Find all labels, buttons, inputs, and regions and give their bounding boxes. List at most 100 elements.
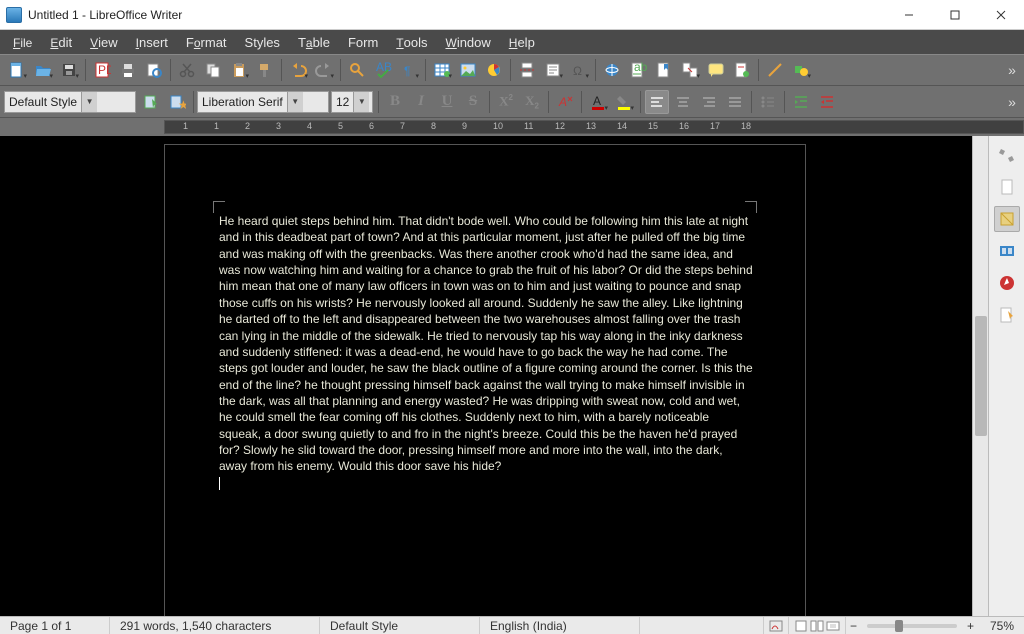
paragraph-style-combo[interactable]: Default Style▼	[4, 91, 136, 113]
font-size-combo[interactable]: 12▼	[331, 91, 373, 113]
sidebar-styles-icon[interactable]	[994, 206, 1020, 232]
menu-table[interactable]: Table	[289, 33, 339, 52]
paste-button[interactable]	[227, 58, 251, 82]
status-style[interactable]: Default Style	[320, 617, 480, 634]
new-style-button[interactable]: ★	[165, 90, 189, 114]
footnote-button[interactable]: ab	[626, 58, 650, 82]
status-page[interactable]: Page 1 of 1	[0, 617, 110, 634]
zoom-slider[interactable]	[867, 624, 957, 628]
line-button[interactable]	[763, 58, 787, 82]
copy-button[interactable]	[201, 58, 225, 82]
increase-indent-button[interactable]	[789, 90, 813, 114]
svg-text:¶: ¶	[404, 64, 410, 78]
open-button[interactable]	[31, 58, 55, 82]
menu-view[interactable]: View	[81, 33, 127, 52]
font-name-combo[interactable]: Liberation Serif▼	[197, 91, 329, 113]
insert-chart-button[interactable]	[482, 58, 506, 82]
clone-formatting-button[interactable]	[253, 58, 277, 82]
insert-image-button[interactable]	[456, 58, 480, 82]
align-center-button[interactable]	[671, 90, 695, 114]
status-wordcount[interactable]: 291 words, 1,540 characters	[110, 617, 320, 634]
align-right-button[interactable]	[697, 90, 721, 114]
ruler-strip[interactable]: 1123456789101112131415161718	[164, 120, 1024, 134]
find-replace-button[interactable]	[345, 58, 369, 82]
cross-ref-button[interactable]	[678, 58, 702, 82]
menu-window[interactable]: Window	[436, 33, 499, 52]
menu-insert[interactable]: Insert	[127, 33, 177, 52]
menu-tools[interactable]: Tools	[387, 33, 436, 52]
comment-button[interactable]	[704, 58, 728, 82]
menu-styles[interactable]: Styles	[236, 33, 289, 52]
formatting-marks-button[interactable]: ¶	[397, 58, 421, 82]
decrease-indent-button[interactable]	[815, 90, 839, 114]
format-toolbar-overflow[interactable]: »	[1004, 90, 1020, 114]
status-language[interactable]: English (India)	[480, 617, 640, 634]
menu-format[interactable]: Format	[177, 33, 236, 52]
track-changes-button[interactable]	[730, 58, 754, 82]
svg-text:PDF: PDF	[98, 63, 111, 77]
menu-help[interactable]: Help	[500, 33, 544, 52]
save-button[interactable]	[57, 58, 81, 82]
status-zoom[interactable]: 75%	[978, 617, 1024, 634]
sidebar-navigator-icon[interactable]	[994, 270, 1020, 296]
status-spacer	[640, 617, 764, 634]
zoom-slider-thumb[interactable]	[895, 620, 903, 632]
print-preview-button[interactable]	[142, 58, 166, 82]
toolbar-overflow[interactable]: »	[1004, 58, 1020, 82]
underline-button[interactable]: U	[435, 90, 459, 114]
bold-button[interactable]: B	[383, 90, 407, 114]
page[interactable]: He heard quiet steps behind him. That di…	[164, 144, 806, 616]
document-body-text[interactable]: He heard quiet steps behind him. That di…	[219, 213, 753, 491]
standard-toolbar: PDF ABC ¶ Ω ab »	[0, 54, 1024, 86]
page-break-button[interactable]	[515, 58, 539, 82]
status-view-icons[interactable]	[789, 617, 845, 634]
svg-text:A: A	[558, 95, 567, 109]
new-button[interactable]	[5, 58, 29, 82]
spellcheck-button[interactable]: ABC	[371, 58, 395, 82]
insert-field-button[interactable]	[541, 58, 565, 82]
bookmark-button[interactable]	[652, 58, 676, 82]
italic-button[interactable]: I	[409, 90, 433, 114]
special-char-button[interactable]: Ω	[567, 58, 591, 82]
justify-button[interactable]	[723, 90, 747, 114]
zoom-out-button[interactable]: −	[845, 617, 861, 634]
print-button[interactable]	[116, 58, 140, 82]
sidebar-panel	[988, 136, 1024, 616]
menu-file[interactable]: File	[4, 33, 41, 52]
status-signature-icon[interactable]	[764, 617, 789, 634]
sidebar-page-icon[interactable]	[994, 174, 1020, 200]
sidebar-gallery-icon[interactable]	[994, 238, 1020, 264]
shapes-button[interactable]	[789, 58, 813, 82]
sidebar-manage-changes-icon[interactable]	[994, 302, 1020, 328]
subscript-button[interactable]: X2	[520, 90, 544, 114]
font-color-button[interactable]: A	[586, 90, 610, 114]
superscript-button[interactable]: X2	[494, 90, 518, 114]
menu-edit[interactable]: Edit	[41, 33, 81, 52]
vertical-scrollbar[interactable]	[972, 136, 988, 616]
svg-text:★: ★	[178, 98, 186, 111]
align-left-button[interactable]	[645, 90, 669, 114]
hyperlink-button[interactable]	[600, 58, 624, 82]
menu-form[interactable]: Form	[339, 33, 387, 52]
redo-button[interactable]	[312, 58, 336, 82]
minimize-button[interactable]	[886, 0, 932, 30]
window-titlebar: Untitled 1 - LibreOffice Writer	[0, 0, 1024, 30]
zoom-in-button[interactable]: +	[963, 617, 978, 634]
update-style-button[interactable]	[139, 90, 163, 114]
strikethrough-button[interactable]: S	[461, 90, 485, 114]
cut-button[interactable]	[175, 58, 199, 82]
app-icon	[6, 7, 22, 23]
document-canvas[interactable]: He heard quiet steps behind him. That di…	[0, 136, 972, 616]
close-button[interactable]	[978, 0, 1024, 30]
bullets-button[interactable]	[756, 90, 780, 114]
text-cursor	[219, 477, 220, 490]
undo-button[interactable]	[286, 58, 310, 82]
insert-table-button[interactable]	[430, 58, 454, 82]
highlight-button[interactable]	[612, 90, 636, 114]
maximize-button[interactable]	[932, 0, 978, 30]
scrollbar-thumb[interactable]	[975, 316, 987, 436]
horizontal-ruler[interactable]: 1123456789101112131415161718	[0, 118, 1024, 136]
export-pdf-button[interactable]: PDF	[90, 58, 114, 82]
clear-format-button[interactable]: A	[553, 90, 577, 114]
sidebar-properties-icon[interactable]	[994, 142, 1020, 168]
